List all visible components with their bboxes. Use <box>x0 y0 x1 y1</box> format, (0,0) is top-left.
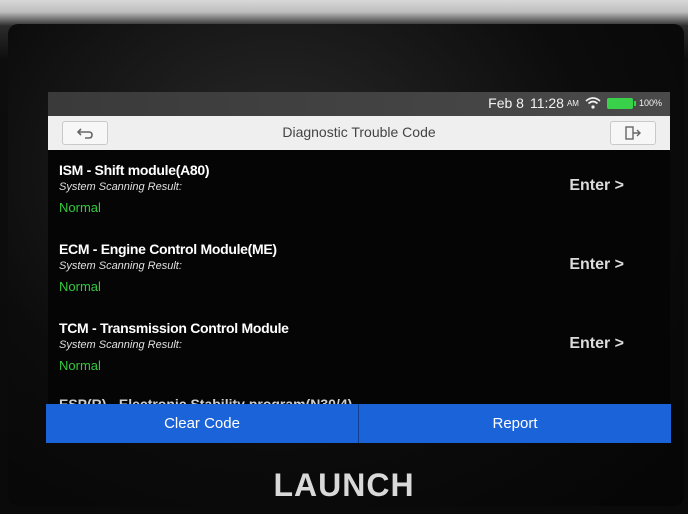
report-button[interactable]: Report <box>359 404 671 443</box>
title-bar: Diagnostic Trouble Code <box>48 116 670 150</box>
module-status: Normal <box>59 279 101 294</box>
list-item[interactable]: TCM - Transmission Control Module System… <box>48 312 670 391</box>
enter-button[interactable]: Enter > <box>569 177 624 195</box>
list-item[interactable]: ECM - Engine Control Module(ME) System S… <box>48 233 670 312</box>
module-subtitle: System Scanning Result: <box>59 339 182 351</box>
battery-level: 100% <box>638 98 662 108</box>
wifi-icon <box>585 97 601 109</box>
module-subtitle: System Scanning Result: <box>59 260 182 272</box>
clear-code-button[interactable]: Clear Code <box>46 404 358 443</box>
brand-logo: LAUNCH <box>273 467 415 503</box>
exit-button[interactable] <box>610 121 656 145</box>
exit-icon <box>625 126 641 140</box>
device-screen: Feb 8 11:28 AM 100% Diagnostic Trouble C… <box>48 92 670 442</box>
enter-button[interactable]: Enter > <box>569 256 624 274</box>
module-name: TCM - Transmission Control Module <box>59 320 289 336</box>
status-bar: Feb 8 11:28 AM 100% <box>48 92 670 116</box>
module-name: ISM - Shift module(A80) <box>59 162 210 178</box>
page-title: Diagnostic Trouble Code <box>282 124 436 140</box>
status-date: Feb 8 <box>488 95 524 111</box>
list-item[interactable]: ISM - Shift module(A80) System Scanning … <box>48 154 670 233</box>
status-time: 11:28 <box>529 95 564 111</box>
module-name: ECM - Engine Control Module(ME) <box>59 241 277 257</box>
status-ampm: AM <box>566 98 579 108</box>
action-bar: Clear Code Report <box>46 404 671 443</box>
module-subtitle: System Scanning Result: <box>59 181 182 193</box>
module-status: Normal <box>59 358 101 373</box>
module-list: ISM - Shift module(A80) System Scanning … <box>48 154 670 391</box>
enter-button[interactable]: Enter > <box>569 335 624 353</box>
battery-icon <box>606 97 636 109</box>
module-status: Normal <box>59 200 101 215</box>
